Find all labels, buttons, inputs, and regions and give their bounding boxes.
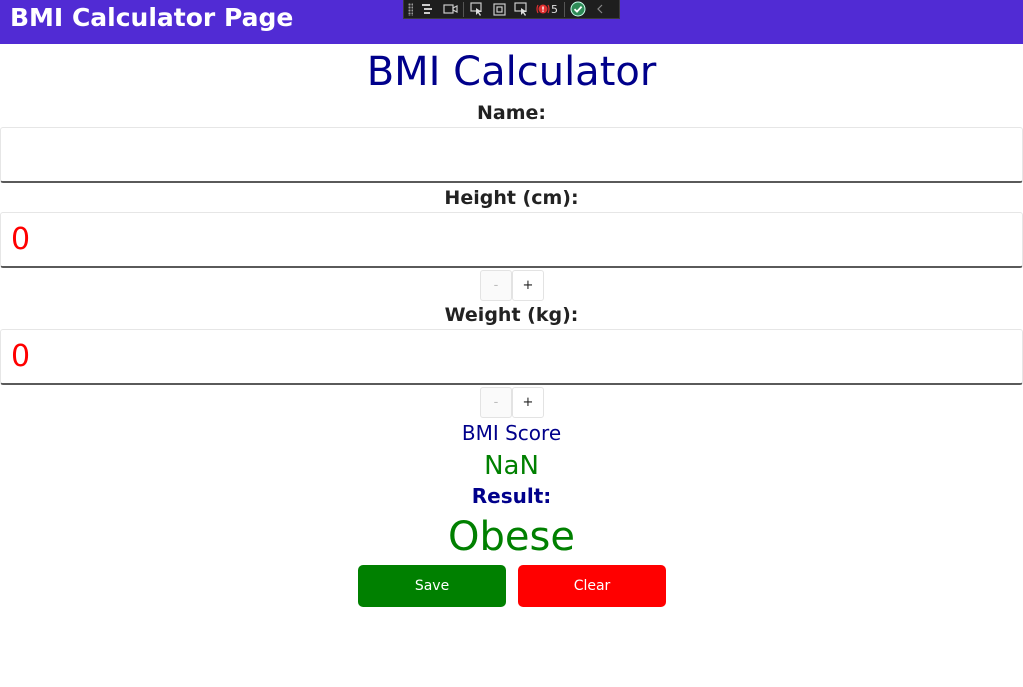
height-field[interactable] [0,212,1023,268]
height-increment-button[interactable]: + [512,270,544,301]
weight-label: Weight (kg): [444,304,579,326]
height-label: Height (cm): [444,187,579,209]
weight-stepper: - + [480,387,544,418]
exceptions-icon[interactable]: 5 [532,1,562,18]
title-bar: BMI Calculator Page 5 [0,0,1023,44]
save-button[interactable]: Save [358,565,506,607]
clear-button[interactable]: Clear [518,565,666,607]
display-adorners-icon[interactable] [488,1,510,18]
weight-decrement-button[interactable]: - [480,387,512,418]
bmi-score-label: BMI Score [461,421,562,445]
debug-toolbar: 5 [403,0,620,19]
result-label: Result: [471,484,552,508]
select-element-icon[interactable] [466,1,488,18]
toolbar-separator [463,1,464,17]
collapse-toolbar-icon[interactable] [589,1,611,18]
weight-input[interactable] [1,330,1022,383]
window-title: BMI Calculator Page [10,3,294,32]
weight-field[interactable] [0,329,1023,385]
hot-reload-status-icon[interactable] [567,1,589,18]
record-video-icon[interactable] [439,1,461,18]
exception-count: 5 [551,2,558,16]
height-stepper: - + [480,270,544,301]
bmi-score-value: NaN [484,451,539,481]
name-field[interactable] [0,127,1023,183]
height-input[interactable] [1,213,1022,266]
live-visual-tree-icon[interactable] [417,1,439,18]
track-focus-icon[interactable] [510,1,532,18]
toolbar-grip-icon[interactable] [408,2,413,16]
name-label: Name: [476,102,546,124]
weight-increment-button[interactable]: + [512,387,544,418]
toolbar-separator [564,1,565,17]
page-heading: BMI Calculator [366,49,657,95]
height-decrement-button[interactable]: - [480,270,512,301]
name-input[interactable] [1,128,1022,181]
result-value: Obese [448,514,575,560]
